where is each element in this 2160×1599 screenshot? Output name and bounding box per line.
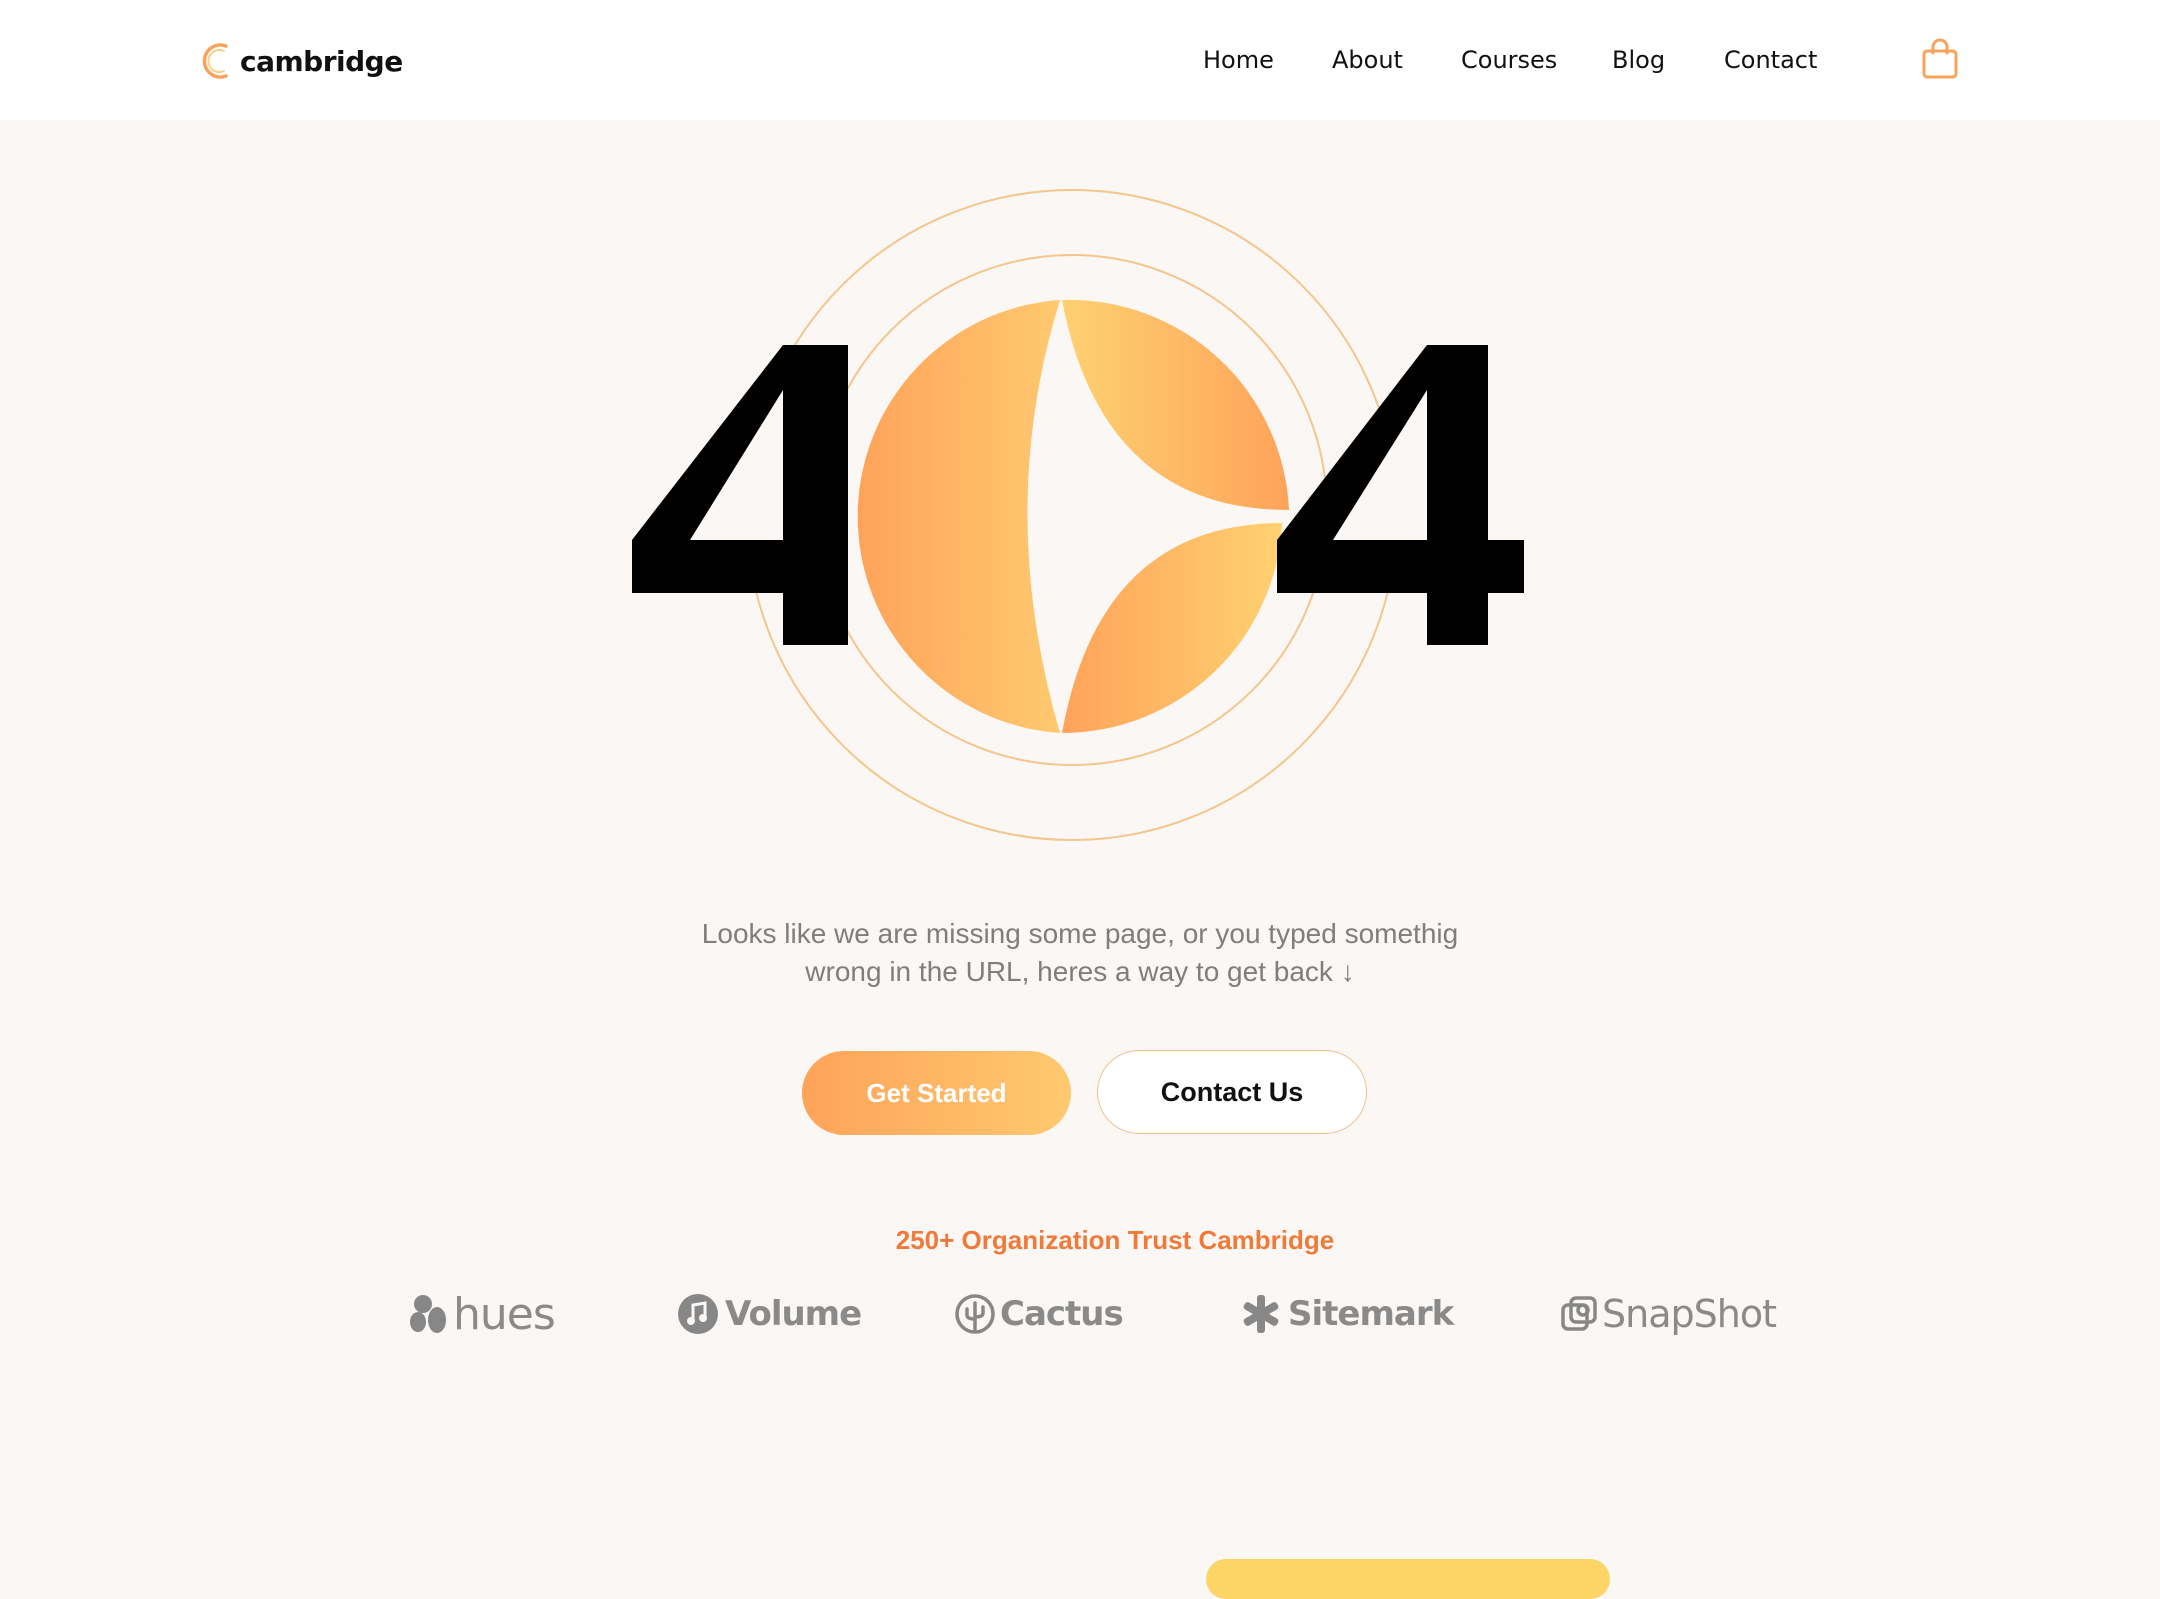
- site-header: cambridge Home About Courses Blog Contac…: [0, 0, 2160, 120]
- partner-logo-cactus: Cactus: [954, 1288, 1124, 1340]
- nav-contact[interactable]: Contact: [1724, 40, 1817, 80]
- shopping-bag-icon[interactable]: [1920, 38, 1960, 80]
- trust-heading: 250+ Organization Trust Cambridge: [895, 1225, 1335, 1255]
- partner-logo-volume: Volume: [677, 1288, 862, 1340]
- digit-four-right: [1277, 345, 1524, 645]
- cactus-logo-icon: [955, 1294, 995, 1334]
- error-message-line1: Looks like we are missing some page, or …: [701, 918, 1459, 949]
- nav-home[interactable]: Home: [1203, 40, 1274, 80]
- volume-logo-label: Volume: [725, 1294, 862, 1334]
- nav-contact-label[interactable]: Contact: [1724, 46, 1817, 74]
- brand-name: cambridge: [240, 44, 403, 78]
- zero-bottom-right-shape: [1062, 523, 1282, 734]
- next-section-button-peek[interactable]: [1206, 1559, 1610, 1599]
- get-started-button[interactable]: Get Started: [802, 1051, 1071, 1135]
- partner-logo-hues: hues: [407, 1288, 556, 1340]
- logo-c-icon: [202, 43, 228, 79]
- snapshot-logo-label: SnapShot: [1602, 1292, 1777, 1336]
- nav-courses-label[interactable]: Courses: [1461, 46, 1557, 74]
- nav-about-label[interactable]: About: [1332, 46, 1403, 74]
- nav-courses[interactable]: Courses: [1461, 40, 1557, 80]
- partner-logo-snapshot: SnapShot: [1560, 1288, 1777, 1340]
- hero-section: Looks like we are missing some page, or …: [0, 120, 2160, 1575]
- contact-us-button[interactable]: Contact Us: [1097, 1050, 1367, 1134]
- nav-blog[interactable]: Blog: [1612, 40, 1665, 80]
- zero-left-shape: [857, 300, 1060, 733]
- snapshot-logo-icon: [1561, 1296, 1597, 1331]
- sitemark-logo-icon: [1243, 1295, 1279, 1333]
- nav-home-label[interactable]: Home: [1203, 46, 1274, 74]
- cactus-logo-label: Cactus: [1000, 1294, 1124, 1334]
- error-message-line2: wrong in the URL, heres a way to get bac…: [805, 956, 1355, 987]
- nav-blog-label[interactable]: Blog: [1612, 46, 1665, 74]
- digit-four-left: [632, 345, 848, 645]
- error-404-graphic: [632, 189, 1524, 841]
- logo[interactable]: cambridge: [202, 40, 403, 82]
- hues-logo-icon: [410, 1295, 446, 1333]
- partner-logo-sitemark: Sitemark: [1240, 1288, 1454, 1340]
- error-message: Looks like we are missing some page, or …: [680, 915, 1480, 991]
- nav-about[interactable]: About: [1332, 40, 1403, 80]
- hues-logo-label: hues: [453, 1288, 556, 1340]
- sitemark-logo-label: Sitemark: [1288, 1294, 1454, 1334]
- volume-logo-icon: [678, 1294, 718, 1334]
